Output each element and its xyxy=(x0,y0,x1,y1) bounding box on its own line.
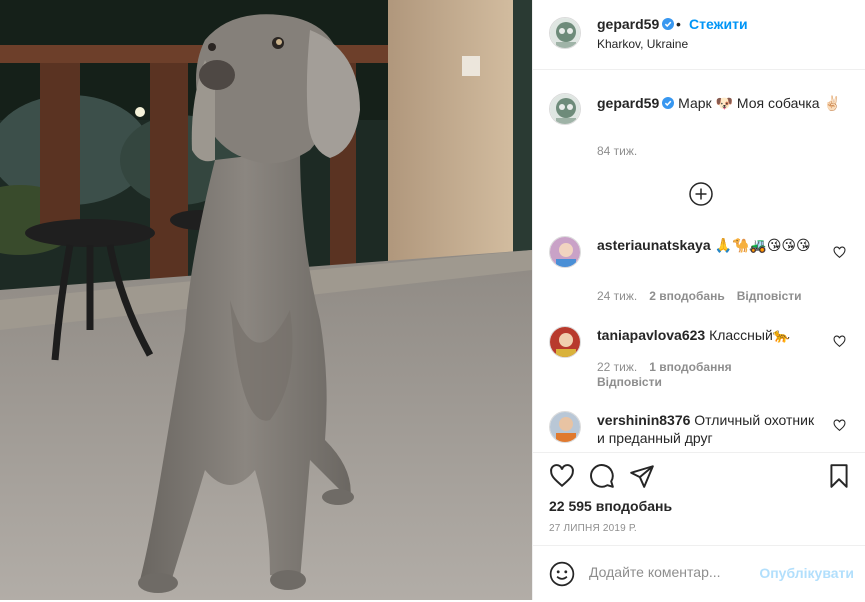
comment-likes[interactable]: 2 вподобань xyxy=(649,289,724,303)
reply-button[interactable]: Відповісти xyxy=(737,289,802,303)
comment-username[interactable]: asteriaunatskaya xyxy=(597,237,711,253)
comment-body: asteriaunatskaya 🙏🐪🚜😘😘😘 xyxy=(597,236,817,254)
comment-timestamp[interactable]: 24 тиж. xyxy=(597,289,637,303)
header-separator: • xyxy=(676,16,681,32)
load-more-comments-icon[interactable] xyxy=(689,182,713,206)
follow-button[interactable]: Стежити xyxy=(689,16,748,32)
comments-section[interactable]: gepard59 Марк 🐶 Моя собачка ✌🏻 84 тиж. a… xyxy=(533,71,865,451)
instagram-post: gepard59 • Стежити Kharkov, Ukraine gepa… xyxy=(0,0,865,600)
comment-likes[interactable]: 1 вподобання xyxy=(649,360,731,374)
caption-text: Марк 🐶 Моя собачка ✌🏻 xyxy=(678,95,841,111)
commenter-avatar[interactable] xyxy=(549,236,581,268)
author-username[interactable]: gepard59 xyxy=(597,16,675,32)
share-paper-plane-icon[interactable] xyxy=(629,463,655,489)
caption-author-avatar[interactable] xyxy=(549,93,581,125)
caption-username[interactable]: gepard59 xyxy=(597,95,659,111)
comment-text: Классный🐆 xyxy=(709,327,791,343)
verified-badge-icon xyxy=(662,18,675,30)
like-comment-heart-icon[interactable] xyxy=(833,335,846,348)
post-header: gepard59 • Стежити Kharkov, Ukraine xyxy=(533,0,865,70)
comment-meta: 22 тиж. 1 вподобання Відповісти xyxy=(597,360,837,390)
comment-input[interactable] xyxy=(589,564,769,580)
verified-badge-icon xyxy=(662,97,675,109)
like-comment-heart-icon[interactable] xyxy=(833,246,846,259)
comment-text: 🙏🐪🚜😘😘😘 xyxy=(714,237,811,253)
add-comment-bar: Опублікувати xyxy=(533,545,865,600)
post-photo[interactable] xyxy=(0,0,532,600)
comment-meta: 24 тиж. 2 вподобань Відповісти xyxy=(597,289,802,303)
post-side-panel: gepard59 • Стежити Kharkov, Ukraine gepa… xyxy=(532,0,865,600)
comment-bubble-icon[interactable] xyxy=(589,463,615,489)
save-bookmark-icon[interactable] xyxy=(826,463,852,489)
emoji-picker-icon[interactable] xyxy=(549,561,575,587)
comment-username[interactable]: taniapavlova623 xyxy=(597,327,705,343)
dog-photo-illustration xyxy=(0,0,532,600)
publish-button[interactable]: Опублікувати xyxy=(759,565,854,581)
author-avatar[interactable] xyxy=(549,17,581,49)
post-date[interactable]: 27 ЛИПНЯ 2019 Р. xyxy=(549,523,637,534)
comment-body: taniapavlova623 Классный🐆 xyxy=(597,326,817,344)
comment-body: vershinin8376 Отличный охотник и преданн… xyxy=(597,411,817,447)
like-comment-heart-icon[interactable] xyxy=(833,419,846,432)
likes-count[interactable]: 22 595 вподобань xyxy=(549,498,672,514)
comment-timestamp[interactable]: 22 тиж. xyxy=(597,360,637,374)
commenter-avatar[interactable] xyxy=(549,411,581,443)
comment-username[interactable]: vershinin8376 xyxy=(597,412,690,428)
commenter-avatar[interactable] xyxy=(549,326,581,358)
post-caption: gepard59 Марк 🐶 Моя собачка ✌🏻 xyxy=(597,94,847,112)
like-heart-icon[interactable] xyxy=(549,463,575,489)
caption-timestamp[interactable]: 84 тиж. xyxy=(597,144,637,158)
post-location[interactable]: Kharkov, Ukraine xyxy=(597,37,688,51)
reply-button[interactable]: Відповісти xyxy=(597,375,662,389)
